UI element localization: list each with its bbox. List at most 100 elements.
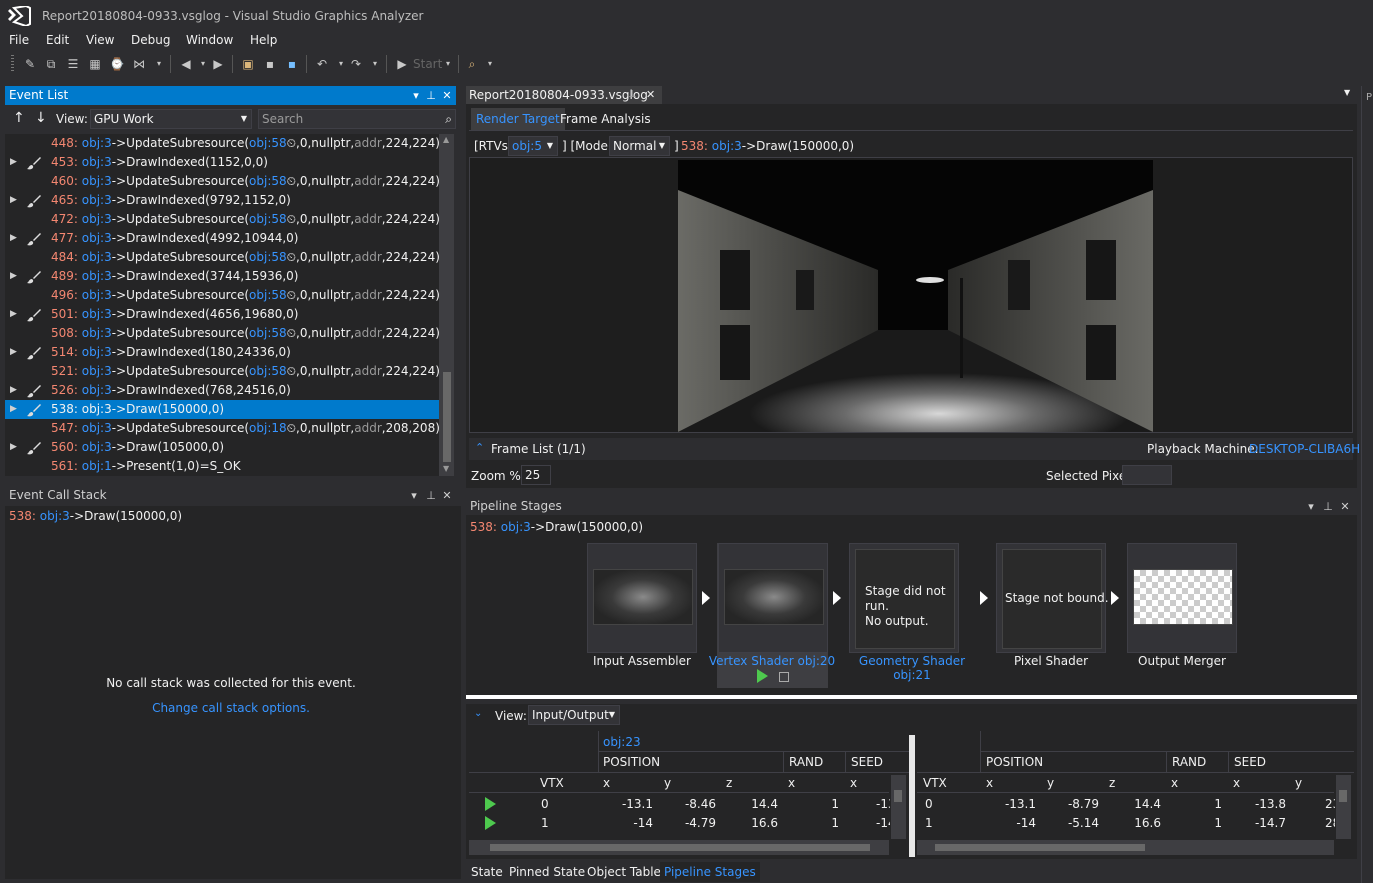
expand-icon[interactable]: ▶ bbox=[10, 400, 17, 419]
col-seed-x[interactable]: x bbox=[1233, 773, 1240, 793]
col-position-y[interactable]: y bbox=[1047, 773, 1054, 793]
scrollbar-thumb[interactable] bbox=[894, 790, 902, 802]
undo-dropdown-icon[interactable]: ▾ bbox=[333, 56, 349, 72]
history-icon[interactable]: ⏲ bbox=[287, 288, 296, 302]
menu-help[interactable]: Help bbox=[250, 33, 277, 47]
start-dropdown-icon[interactable]: ▾ bbox=[440, 56, 456, 72]
event-object-link[interactable]: obj:1 bbox=[82, 459, 112, 473]
expand-icon[interactable]: ▶ bbox=[10, 343, 17, 362]
history-icon[interactable]: ⏲ bbox=[287, 326, 296, 340]
output-grid-vscrollbar[interactable] bbox=[1336, 775, 1351, 839]
menu-debug[interactable]: Debug bbox=[131, 33, 170, 47]
rtvs-dropdown[interactable]: obj:5 ▼ bbox=[508, 136, 558, 156]
undo-icon[interactable]: ↶ bbox=[314, 56, 330, 72]
col-position-y[interactable]: y bbox=[664, 773, 671, 793]
input-grid-vscrollbar[interactable] bbox=[891, 775, 906, 839]
tab-pinned-state[interactable]: Pinned State bbox=[509, 862, 585, 882]
panel-menu-icon[interactable]: ▾ bbox=[1304, 497, 1318, 516]
scrollbar-thumb[interactable] bbox=[935, 844, 1145, 851]
col-vtx[interactable]: VTX bbox=[923, 773, 947, 793]
panel-menu-icon[interactable]: ▾ bbox=[409, 86, 423, 105]
redo-icon[interactable]: ↷ bbox=[348, 56, 364, 72]
back-icon[interactable]: ◀ bbox=[178, 56, 194, 72]
col-seed-x[interactable]: x bbox=[850, 773, 857, 793]
history-icon[interactable]: ⏲ bbox=[287, 174, 296, 188]
event-row[interactable]: 448: obj:3->UpdateSubresource(obj:58⏲,0,… bbox=[5, 134, 439, 153]
event-row[interactable]: 521: obj:3->UpdateSubresource(obj:58⏲,0,… bbox=[5, 362, 439, 381]
vertex-shader-stage[interactable] bbox=[718, 543, 828, 653]
close-icon[interactable]: ✕ bbox=[440, 86, 454, 105]
toolbar-overflow-icon[interactable]: ▾ bbox=[482, 56, 498, 72]
history-icon[interactable]: ⏲ bbox=[287, 364, 296, 378]
event-row[interactable]: 496: obj:3->UpdateSubresource(obj:58⏲,0,… bbox=[5, 286, 439, 305]
event-resource-link[interactable]: obj:58 bbox=[249, 250, 287, 264]
close-icon[interactable]: ✕ bbox=[1338, 497, 1352, 516]
event-row[interactable]: ▶ 514: obj:3->DrawIndexed(180,24336,0) bbox=[5, 343, 439, 362]
close-icon[interactable]: ✕ bbox=[646, 86, 655, 104]
geometry-shader-link[interactable]: Geometry Shader obj:21 bbox=[847, 654, 977, 682]
panel-menu-icon[interactable]: ▾ bbox=[407, 486, 421, 505]
open-folder-icon[interactable]: ▣ bbox=[240, 56, 256, 72]
col-rand-x[interactable]: x bbox=[788, 773, 795, 793]
event-object-link[interactable]: obj:3 bbox=[82, 345, 112, 359]
pin-icon[interactable]: ⊥ bbox=[424, 486, 438, 505]
forward-icon[interactable]: ▶ bbox=[210, 56, 226, 72]
close-icon[interactable]: ✕ bbox=[440, 486, 454, 505]
stop-icon[interactable] bbox=[779, 672, 789, 682]
event-object-link[interactable]: obj:3 bbox=[82, 231, 112, 245]
find-icon[interactable]: ⌕ bbox=[464, 56, 480, 72]
event-object-link[interactable]: obj:3 bbox=[82, 383, 112, 397]
list-icon[interactable]: ☰ bbox=[65, 56, 81, 72]
debug-vertex-0-icon[interactable] bbox=[485, 797, 496, 811]
col-vtx[interactable]: VTX bbox=[540, 773, 564, 793]
tab-render-target[interactable]: Render Target bbox=[471, 108, 565, 130]
event-row[interactable]: 484: obj:3->UpdateSubresource(obj:58⏲,0,… bbox=[5, 248, 439, 267]
back-dropdown-icon[interactable]: ▾ bbox=[195, 56, 211, 72]
event-object-link[interactable]: obj:3 bbox=[82, 212, 112, 226]
tab-pipeline-stages[interactable]: Pipeline Stages bbox=[660, 862, 760, 882]
table-icon[interactable]: ▦ bbox=[87, 56, 103, 72]
pixel-shader-stage[interactable]: Stage not bound. bbox=[996, 543, 1109, 653]
input-buffer-obj-link[interactable]: obj:23 bbox=[603, 732, 641, 752]
expand-icon[interactable]: ▶ bbox=[10, 153, 17, 172]
event-object-link[interactable]: obj:3 bbox=[82, 402, 112, 416]
arrow-down-icon[interactable]: ↓ bbox=[35, 110, 47, 126]
pipeline-event[interactable]: 538: obj:3->Draw(150000,0) bbox=[470, 520, 643, 534]
event-row[interactable]: ▶ 465: obj:3->DrawIndexed(9792,1152,0) bbox=[5, 191, 439, 210]
event-row[interactable]: 547: obj:3->UpdateSubresource(obj:18⏲,0,… bbox=[5, 419, 439, 438]
arrow-up-icon[interactable]: ↑ bbox=[13, 110, 25, 126]
event-row[interactable]: 460: obj:3->UpdateSubresource(obj:58⏲,0,… bbox=[5, 172, 439, 191]
expand-icon[interactable]: ▶ bbox=[10, 229, 17, 248]
pipeline-stages-header[interactable]: Pipeline Stages ▾ ⊥ ✕ bbox=[466, 497, 1357, 516]
view-dropdown[interactable]: GPU Work ▼ bbox=[90, 109, 252, 129]
search-input[interactable]: Search ⌕ bbox=[258, 109, 456, 129]
col-position-x[interactable]: x bbox=[603, 773, 610, 793]
col-seed-y[interactable]: y bbox=[1295, 773, 1302, 793]
event-row[interactable]: ▶ 526: obj:3->DrawIndexed(768,24516,0) bbox=[5, 381, 439, 400]
event-object-link[interactable]: obj:3 bbox=[82, 136, 112, 150]
event-resource-link[interactable]: obj:58 bbox=[249, 136, 287, 150]
chevron-down-icon[interactable]: ⌄ bbox=[474, 708, 482, 719]
event-row[interactable]: ▶ 489: obj:3->DrawIndexed(3744,15936,0) bbox=[5, 267, 439, 286]
zoom-input[interactable]: 25 bbox=[521, 465, 551, 485]
event-object-link[interactable]: obj:3 bbox=[82, 307, 112, 321]
event-resource-link[interactable]: obj:58 bbox=[249, 174, 287, 188]
tab-frame-analysis[interactable]: Frame Analysis bbox=[555, 108, 656, 130]
redo-dropdown-icon[interactable]: ▾ bbox=[367, 56, 383, 72]
event-row[interactable]: ▶ 501: obj:3->DrawIndexed(4656,19680,0) bbox=[5, 305, 439, 324]
event-row[interactable]: 508: obj:3->UpdateSubresource(obj:58⏲,0,… bbox=[5, 324, 439, 343]
event-row[interactable]: ▶ 477: obj:3->DrawIndexed(4992,10944,0) bbox=[5, 229, 439, 248]
menu-window[interactable]: Window bbox=[186, 33, 233, 47]
expand-icon[interactable]: ▶ bbox=[10, 381, 17, 400]
event-resource-link[interactable]: obj:58 bbox=[249, 212, 287, 226]
history-icon[interactable]: ⏲ bbox=[287, 250, 296, 264]
event-object-link[interactable]: obj:3 bbox=[82, 155, 112, 169]
history-icon[interactable]: ⏲ bbox=[287, 421, 296, 435]
call-stack-header[interactable]: Event Call Stack ▾ ⊥ ✕ bbox=[5, 486, 456, 505]
search-icon[interactable]: ⌕ bbox=[445, 110, 452, 128]
right-side-collapsed-panel[interactable] bbox=[1361, 86, 1373, 883]
event-object-link[interactable]: obj:3 bbox=[82, 250, 112, 264]
io-view-dropdown[interactable]: Input/Output ▼ bbox=[528, 705, 620, 725]
event-row[interactable]: 561: obj:1->Present(1,0)=S_OK bbox=[5, 457, 439, 476]
change-call-stack-options-link[interactable]: Change call stack options. bbox=[5, 701, 457, 715]
